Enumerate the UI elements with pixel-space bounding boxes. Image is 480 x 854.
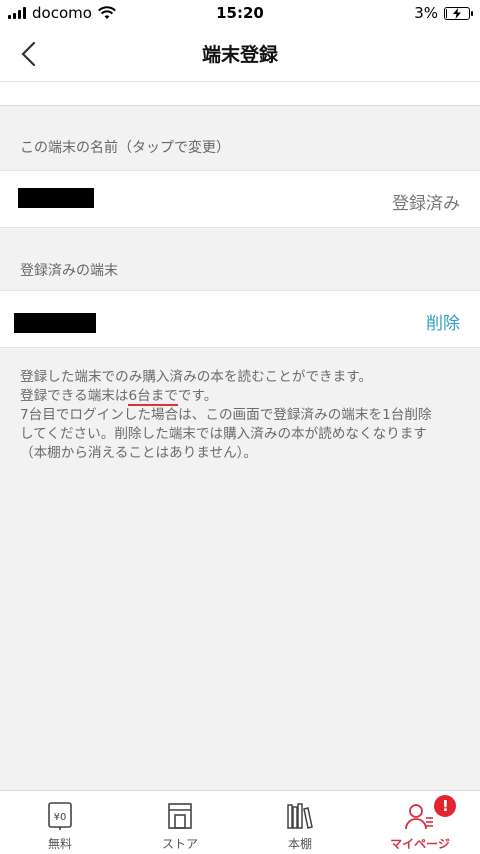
registered-status: 登録済み	[392, 194, 460, 214]
tab-mypage[interactable]: ! マイページ	[360, 791, 480, 854]
redacted-registered-device	[14, 313, 96, 333]
yen-tag-text: ¥0	[54, 812, 67, 823]
status-right: 3%	[414, 4, 473, 22]
info-line-2: 登録できる端末は6台までです。	[20, 387, 460, 406]
battery-icon	[444, 6, 473, 20]
device-name-section-label: この端末の名前（タップで変更）	[20, 140, 230, 156]
page-title: 端末登録	[201, 44, 278, 66]
tab-free-label: 無料	[47, 837, 72, 851]
yen-tag-icon: ¥0	[48, 802, 72, 830]
info-line-5: （本棚から消えることはありません）。	[20, 445, 258, 461]
info-line-2-pre: 登録できる端末は	[20, 388, 129, 404]
navigation-bar: 端末登録	[0, 26, 480, 82]
notification-badge: !	[434, 795, 457, 817]
tab-mypage-label: マイページ	[390, 837, 450, 851]
status-bar: docomo 15:20 3%	[0, 0, 480, 26]
device-limit-emphasis: 6台まで	[128, 388, 178, 406]
tab-free[interactable]: ¥0 無料	[0, 791, 120, 854]
info-line-3: 7台目でログインした場合は、この画面で登録済みの端末を1台削除	[20, 407, 432, 423]
tab-bookshelf-label: 本棚	[287, 837, 312, 851]
device-name-row[interactable]: 登録済み	[0, 170, 480, 228]
info-line-2-post: です。	[177, 388, 218, 404]
mypage-icon	[405, 804, 433, 830]
registered-section-label: 登録済みの端末	[20, 263, 118, 279]
charging-bolt-icon	[453, 7, 461, 19]
info-text: 登録した端末でのみ購入済みの本を読むことができます。 登録できる端末は6台までで…	[20, 368, 460, 463]
tab-bar: ¥0 無料 ストア 本棚 ! マイページ	[0, 790, 480, 854]
bookshelf-icon	[287, 803, 313, 829]
tab-bookshelf[interactable]: 本棚	[240, 791, 360, 854]
registered-device-row: 削除	[0, 290, 480, 348]
battery-percent: 3%	[414, 4, 438, 22]
battery-fill	[446, 8, 447, 18]
store-icon	[168, 803, 192, 829]
status-time: 15:20	[216, 4, 264, 22]
header-spacer	[0, 82, 480, 106]
tab-store-label: ストア	[161, 837, 198, 851]
redacted-device-name	[18, 188, 94, 208]
info-line-1: 登録した端末でのみ購入済みの本を読むことができます。	[20, 369, 373, 385]
delete-button[interactable]: 削除	[426, 309, 460, 334]
info-line-4: してください。削除した端末では購入済みの本が読めなくなります	[20, 426, 427, 442]
tab-store[interactable]: ストア	[120, 791, 240, 854]
